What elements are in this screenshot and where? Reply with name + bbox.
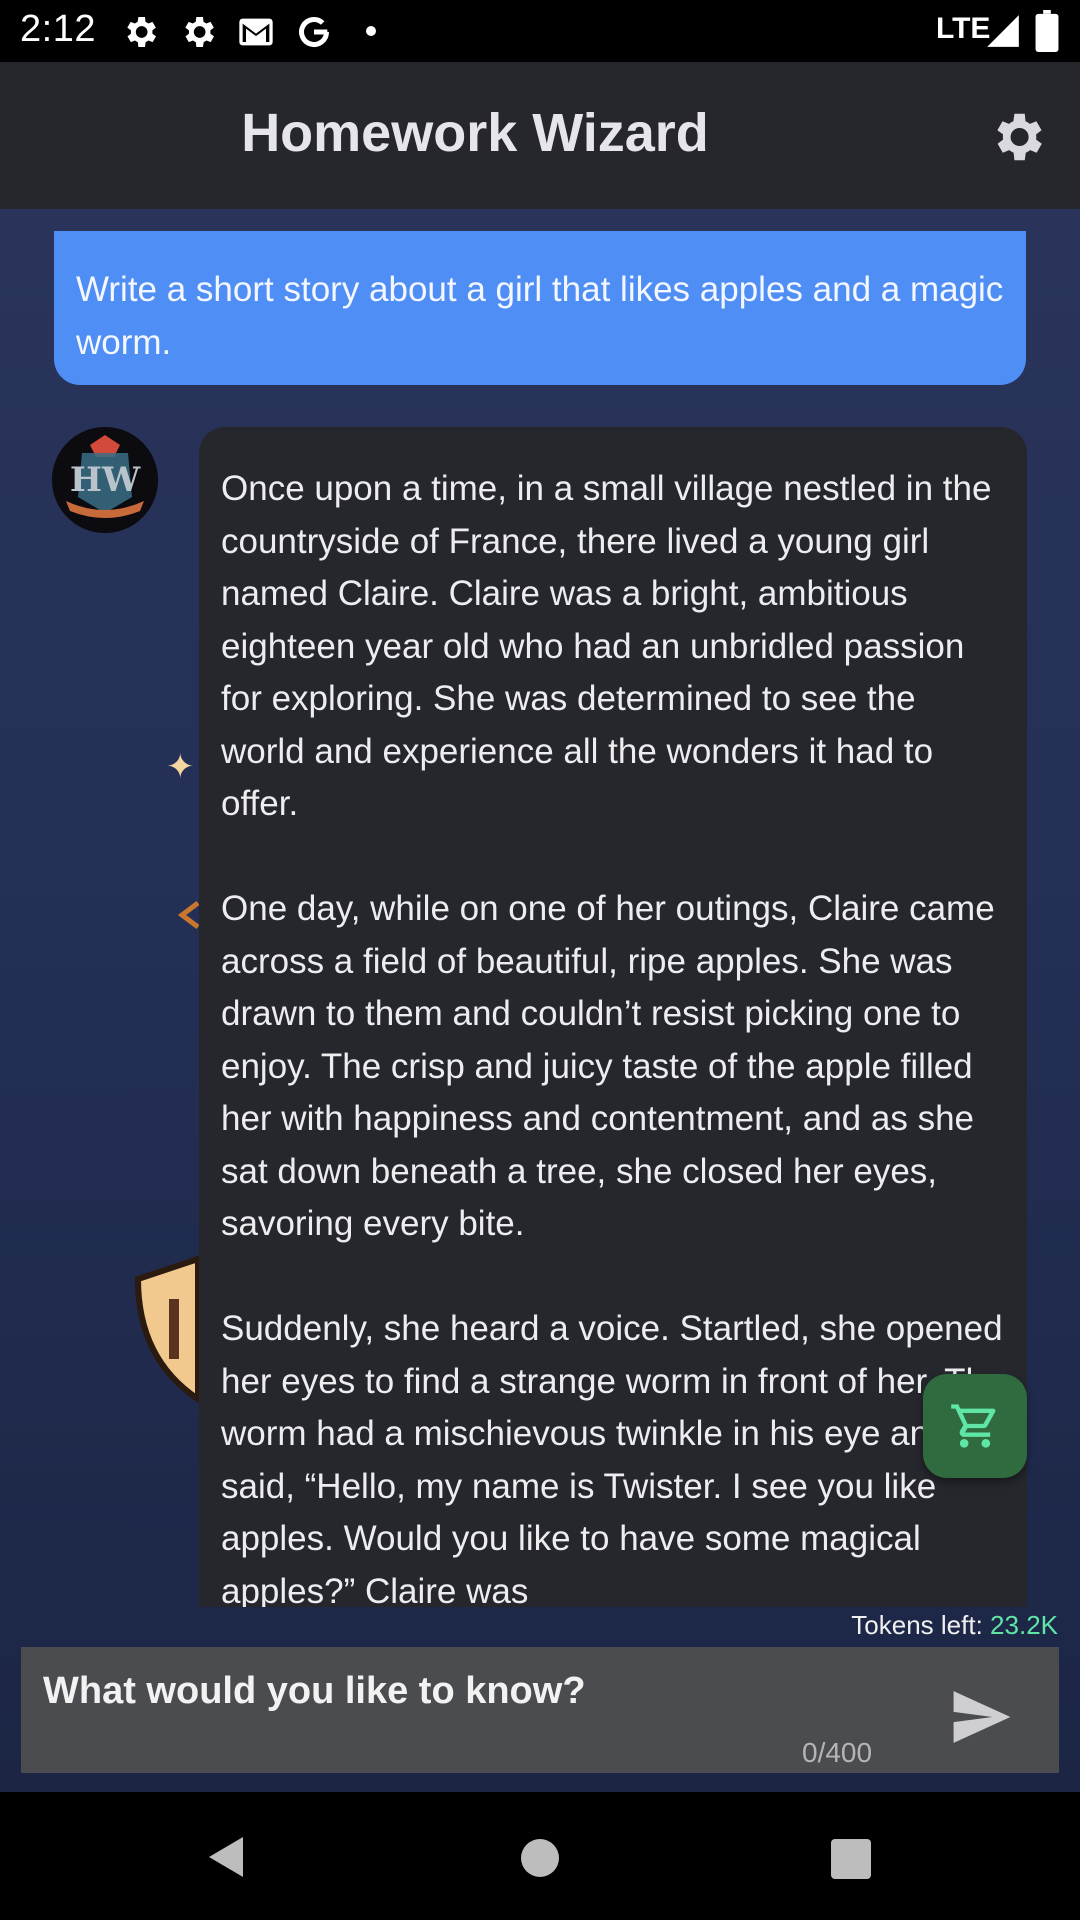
network-type: LTE — [936, 12, 991, 45]
app-bar: Homework Wizard — [0, 62, 1080, 209]
status-time: 2:12 — [20, 8, 96, 50]
tokens-label: Tokens left: — [851, 1610, 983, 1640]
bot-message-bubble: Once upon a time, in a small village nes… — [199, 427, 1027, 1607]
character-counter: 0/400 — [802, 1737, 873, 1768]
gear-icon[interactable] — [986, 106, 1048, 168]
google-icon — [299, 17, 329, 47]
battery-icon — [1035, 10, 1059, 52]
bot-message-paragraph: One day, while on one of her outings, Cl… — [221, 889, 995, 1243]
tokens-left: Tokens left: 23.2K — [851, 1610, 1058, 1641]
wizard-logo-icon: HW — [52, 427, 158, 533]
user-message-bubble: Write a short story about a girl that li… — [54, 231, 1026, 385]
message-input[interactable] — [43, 1663, 903, 1719]
send-icon[interactable] — [951, 1691, 1013, 1743]
gmail-icon — [239, 18, 273, 46]
back-icon[interactable] — [207, 1835, 245, 1879]
system-nav-bar — [0, 1792, 1080, 1920]
bot-avatar: HW — [52, 427, 158, 533]
settings-icon — [127, 17, 156, 47]
sparkle-icon: ✦ — [166, 748, 195, 786]
recent-apps-icon[interactable] — [831, 1839, 871, 1879]
bot-message-paragraph: Once upon a time, in a small village nes… — [221, 469, 992, 823]
bot-message-paragraph: Suddenly, she heard a voice. Startled, s… — [221, 1309, 1005, 1607]
svg-text:HW: HW — [70, 460, 141, 500]
app-title: Homework Wizard — [241, 103, 709, 163]
home-icon[interactable] — [521, 1839, 559, 1877]
message-input-container[interactable]: 0/400 — [21, 1647, 1059, 1773]
settings-icon — [185, 17, 214, 47]
signal-icon — [987, 15, 1019, 47]
chat-area[interactable]: Write a short story about a girl that li… — [0, 209, 1080, 1792]
store-button[interactable] — [923, 1374, 1027, 1478]
status-bar: 2:12 LTE — [0, 0, 1080, 62]
tokens-value: 23.2K — [990, 1610, 1058, 1640]
cart-icon — [951, 1404, 996, 1448]
notification-dot-icon — [366, 26, 376, 36]
shield-decoration-icon — [134, 1254, 201, 1405]
